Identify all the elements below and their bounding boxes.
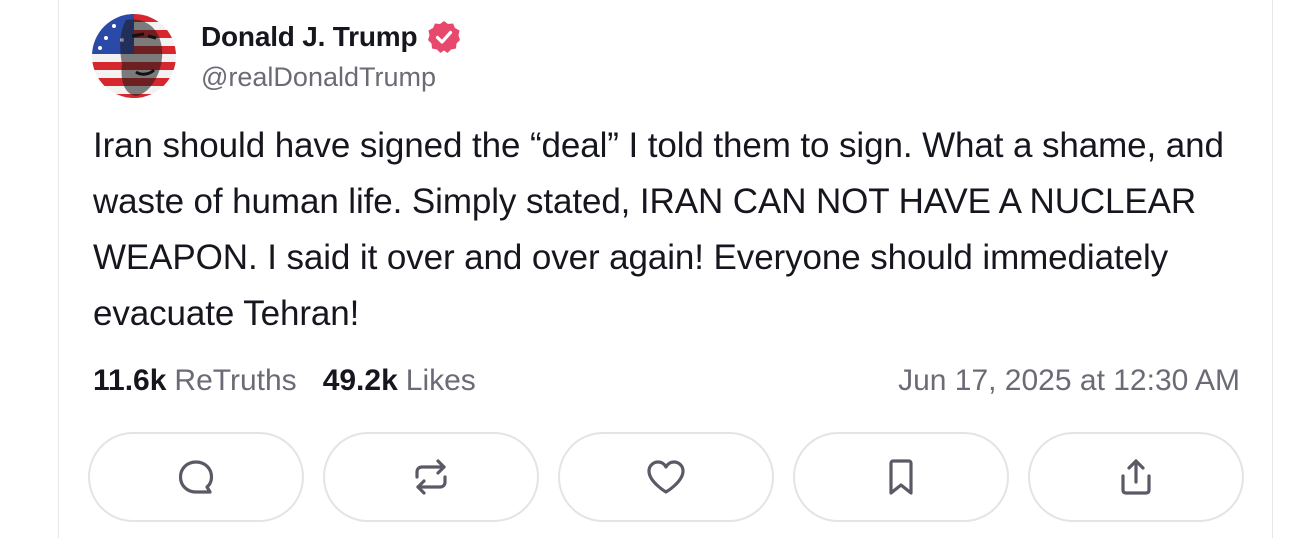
avatar-image bbox=[92, 14, 176, 98]
repost-icon bbox=[415, 459, 447, 495]
bookmark-icon bbox=[889, 459, 913, 495]
comment-icon bbox=[178, 460, 214, 494]
retruth-button[interactable] bbox=[323, 432, 539, 522]
likes-count[interactable]: 49.2k bbox=[323, 364, 398, 398]
post-timestamp: Jun 17, 2025 at 12:30 AM bbox=[898, 364, 1240, 397]
action-bar bbox=[88, 432, 1244, 522]
heart-icon bbox=[647, 460, 685, 494]
bookmark-button[interactable] bbox=[793, 432, 1009, 522]
reply-button[interactable] bbox=[88, 432, 304, 522]
likes-label[interactable]: Likes bbox=[406, 364, 476, 398]
author-display-name[interactable]: Donald J. Trump bbox=[201, 21, 418, 53]
author-handle[interactable]: @realDonaldTrump bbox=[201, 62, 436, 93]
author-name-row: Donald J. Trump bbox=[201, 18, 461, 56]
share-icon bbox=[1121, 459, 1151, 495]
avatar[interactable] bbox=[92, 14, 176, 98]
post-stats: 11.6k ReTruths 49.2k Likes bbox=[93, 360, 476, 402]
verified-badge-icon bbox=[427, 20, 461, 54]
retruths-label[interactable]: ReTruths bbox=[174, 364, 296, 398]
share-button[interactable] bbox=[1028, 432, 1244, 522]
retruths-count[interactable]: 11.6k bbox=[93, 364, 166, 398]
post-text: Iran should have signed the “deal” I tol… bbox=[93, 126, 1224, 333]
like-button[interactable] bbox=[558, 432, 774, 522]
